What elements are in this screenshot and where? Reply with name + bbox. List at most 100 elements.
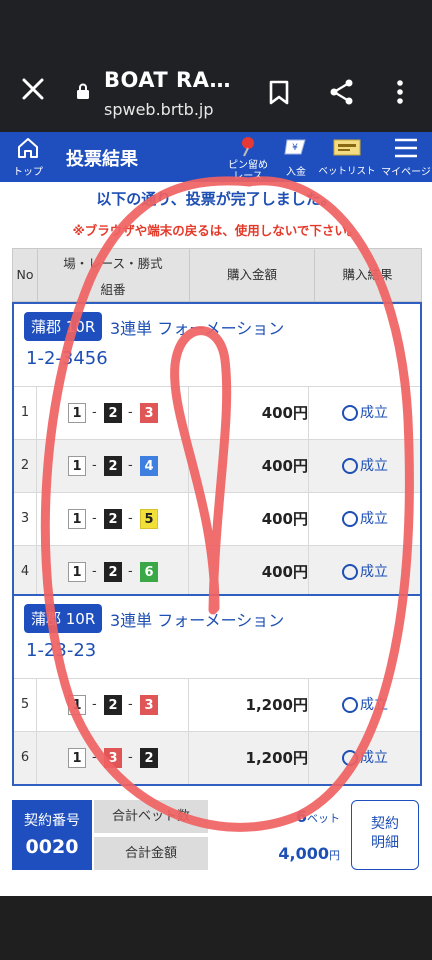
boat-combination: 1 - 2 - 4 <box>36 440 189 492</box>
row-amount: 400円 <box>188 546 309 598</box>
row-result: 成立 <box>314 732 418 784</box>
dash-separator: - <box>92 564 97 579</box>
table-row: 1 1 - 2 - 3 400円 成立 <box>14 387 420 440</box>
circle-icon <box>342 405 358 421</box>
boat-number: 2 <box>104 403 122 423</box>
bet-group: 蒲郡 10R 3連単 フォーメーション 1-23-23 5 1 - 2 - 3 … <box>12 594 422 786</box>
row-amount: 1,200円 <box>188 732 309 784</box>
table-row: 3 1 - 2 - 5 400円 成立 <box>14 493 420 546</box>
total-bets-label: 合計ベット数 <box>94 800 208 833</box>
result-text: 成立 <box>360 564 388 580</box>
boat-number: 2 <box>104 456 122 476</box>
circle-icon <box>342 458 358 474</box>
row-no: 3 <box>14 493 37 545</box>
boat-number: 2 <box>140 748 158 768</box>
row-no: 6 <box>14 732 37 784</box>
nav-mypage-button[interactable]: マイページ <box>380 136 432 178</box>
boat-number: 1 <box>68 562 86 582</box>
nav-top-button[interactable]: トップ <box>8 136 48 178</box>
boat-combination: 1 - 2 - 5 <box>36 493 189 545</box>
nav-pin-race-button[interactable]: ピン留め レース <box>224 135 272 182</box>
row-result: 成立 <box>314 679 418 731</box>
dash-separator: - <box>128 564 133 579</box>
contract-number-box: 契約番号 0020 <box>12 800 92 870</box>
bets-unit: ベット <box>307 812 340 825</box>
warning-message: ※ブラウザや端末の戻るは、使用しないで下さい。 <box>72 223 360 238</box>
url-text[interactable]: spweb.brtb.jp <box>104 100 214 119</box>
dash-separator: - <box>128 511 133 526</box>
boat-number: 2 <box>104 509 122 529</box>
home-icon <box>18 138 38 158</box>
dash-separator: - <box>92 511 97 526</box>
boat-number: 1 <box>68 509 86 529</box>
result-text: 成立 <box>360 697 388 713</box>
nav-top-label: トップ <box>13 167 43 178</box>
result-text: 成立 <box>360 750 388 766</box>
total-bets-value: 6ベット <box>210 800 346 833</box>
boat-number: 6 <box>140 562 158 582</box>
row-no: 4 <box>14 546 37 598</box>
row-amount: 400円 <box>188 440 309 492</box>
dash-separator: - <box>128 697 133 712</box>
bet-kind: 3連単 フォーメーション <box>110 611 285 630</box>
venue-badge: 蒲郡 10R <box>24 312 103 341</box>
header-race: 場・レース・勝式 <box>63 256 163 271</box>
boat-number: 1 <box>68 748 86 768</box>
more-menu-icon[interactable] <box>392 78 408 106</box>
svg-text:¥: ¥ <box>292 143 298 153</box>
dash-separator: - <box>92 405 97 420</box>
circle-icon <box>342 511 358 527</box>
nav-deposit-label: 入金 <box>286 167 306 178</box>
group-header: 蒲郡 10R 3連単 フォーメーション 1-23-23 <box>14 596 420 679</box>
table-row: 4 1 - 2 - 6 400円 成立 <box>14 546 420 598</box>
status-bar <box>0 0 432 52</box>
complete-message: 以下の通り、投票が完了しました。 <box>96 190 336 208</box>
boat-number: 1 <box>68 403 86 423</box>
boat-number: 4 <box>140 456 158 476</box>
row-amount: 400円 <box>188 493 309 545</box>
table-row: 5 1 - 2 - 3 1,200円 成立 <box>14 679 420 732</box>
total-bets-number: 6 <box>295 807 307 826</box>
boat-combination: 1 - 2 - 6 <box>36 546 189 598</box>
dash-separator: - <box>92 750 97 765</box>
page-title: 投票結果 <box>66 149 138 170</box>
group-combination: 1-2-3456 <box>26 348 108 369</box>
yen-unit: 円 <box>329 849 340 862</box>
row-no: 1 <box>14 387 37 439</box>
betlist-icon <box>333 139 361 156</box>
page-tab-title: BOAT RA… <box>104 68 231 92</box>
dash-separator: - <box>128 458 133 473</box>
dash-separator: - <box>92 697 97 712</box>
share-icon[interactable] <box>328 78 356 106</box>
nav-mypage-label: マイページ <box>381 167 431 178</box>
close-icon[interactable] <box>18 74 48 104</box>
result-text: 成立 <box>360 511 388 527</box>
contract-number: 0020 <box>25 836 79 858</box>
group-header: 蒲郡 10R 3連単 フォーメーション 1-2-3456 <box>14 304 420 387</box>
boat-number: 3 <box>140 695 158 715</box>
row-no: 5 <box>14 679 37 731</box>
boat-number: 2 <box>104 695 122 715</box>
nav-deposit-button[interactable]: ¥ 入金 <box>278 136 314 178</box>
header-amount: 購入金額 <box>189 249 315 301</box>
table-row: 6 1 - 3 - 2 1,200円 成立 <box>14 732 420 784</box>
contract-detail-button[interactable]: 契約 明細 <box>351 800 419 870</box>
nav-bar: トップ 投票結果 ピン留め レース ¥ 入金 ベットリスト マイページ <box>0 132 432 182</box>
boat-combination: 1 - 2 - 3 <box>36 387 189 439</box>
nav-pin-label-2: レース <box>233 171 263 182</box>
row-no: 2 <box>14 440 37 492</box>
nav-pin-label-1: ピン留め <box>228 160 268 171</box>
pin-icon <box>242 137 254 157</box>
boat-number: 3 <box>104 748 122 768</box>
detail-label-2: 明細 <box>371 835 399 851</box>
boat-number: 2 <box>104 562 122 582</box>
row-result: 成立 <box>314 440 418 492</box>
boat-combination: 1 - 3 - 2 <box>36 732 189 784</box>
header-result: 購入結果 <box>342 267 393 282</box>
circle-icon <box>342 564 358 580</box>
detail-label-1: 契約 <box>371 816 399 832</box>
deposit-icon: ¥ <box>284 139 306 155</box>
nav-betlist-button[interactable]: ベットリスト <box>318 136 376 177</box>
boat-number: 5 <box>140 509 158 529</box>
bookmark-icon[interactable] <box>268 80 290 106</box>
